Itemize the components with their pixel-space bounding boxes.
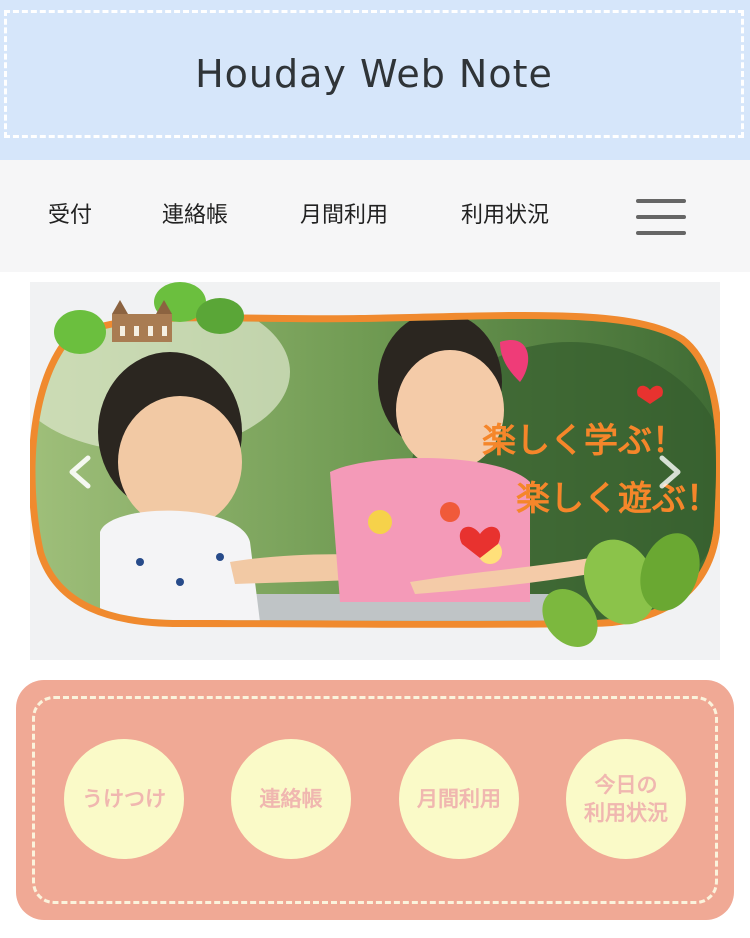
banner-tagline-2: 楽しく遊ぶ！ xyxy=(516,479,720,519)
quick-menu-contact-book-button[interactable]: 連絡帳 xyxy=(231,739,351,859)
quick-menu-label: 連絡帳 xyxy=(259,786,323,811)
quick-menu-today-status-button[interactable]: 今日の 利用状況 xyxy=(566,739,686,859)
castle-icon xyxy=(112,300,172,342)
quick-menu-reception-button[interactable]: うけつけ xyxy=(64,739,184,859)
nav-link-contact-book[interactable]: 連絡帳 xyxy=(162,160,228,272)
quick-menu-label: 今日の 利用状況 xyxy=(584,772,668,825)
nav-link-reception[interactable]: 受付 xyxy=(48,160,92,272)
nav-link-usage-status[interactable]: 利用状況 xyxy=(461,160,549,272)
header-frame: Houday Web Note xyxy=(4,10,744,138)
hamburger-icon[interactable] xyxy=(636,199,688,239)
quick-menu-monthly-usage-button[interactable]: 月間利用 xyxy=(399,739,519,859)
site-header: Houday Web Note xyxy=(0,0,750,160)
site-title: Houday Web Note xyxy=(195,52,553,96)
banner-image: 楽しく学ぶ！ 楽しく遊ぶ！ xyxy=(30,282,720,647)
quick-menu-label: うけつけ xyxy=(82,786,166,811)
chevron-right-icon[interactable] xyxy=(650,454,688,490)
quick-menu-label: 月間利用 xyxy=(417,786,501,811)
nav-link-monthly-usage[interactable]: 月間利用 xyxy=(300,160,388,272)
chevron-left-icon[interactable] xyxy=(62,454,100,490)
banner-slider[interactable]: 楽しく学ぶ！ 楽しく遊ぶ！ xyxy=(30,282,720,660)
